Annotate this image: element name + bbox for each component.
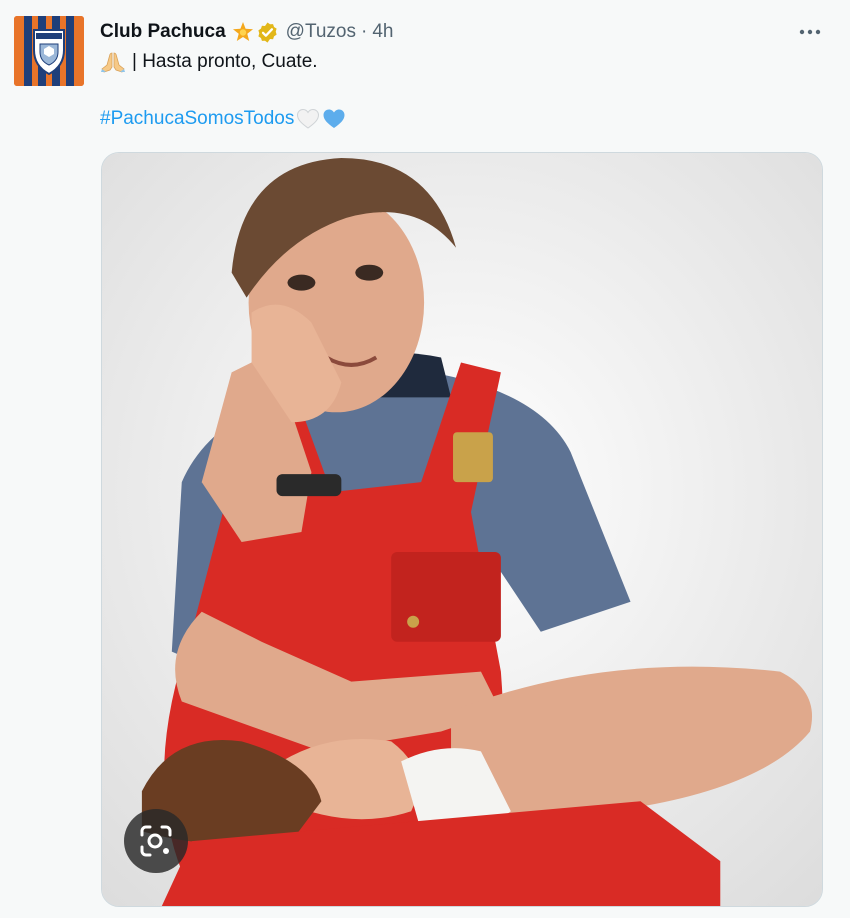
tweet-media-photo[interactable] xyxy=(101,152,823,907)
author-handle[interactable]: @Tuzos xyxy=(286,21,356,43)
hashtag-link[interactable]: #PachucaSomosTodos xyxy=(100,108,294,130)
author-name[interactable]: Club Pachuca xyxy=(100,21,226,43)
folded-hands-emoji-icon xyxy=(101,52,125,73)
gold-star-badge-icon[interactable] xyxy=(232,21,254,43)
white-heart-emoji-icon xyxy=(297,108,320,129)
tweet-header: Club Pachuca @Tuzos · 4h xyxy=(100,19,393,45)
blue-heart-emoji-icon xyxy=(323,109,345,128)
tweet-text: | Hasta pronto, Cuate. xyxy=(100,50,318,74)
hashtag-line: #PachucaSomosTodos xyxy=(100,106,346,132)
pachuca-crest-icon xyxy=(14,16,84,86)
separator-dot: · xyxy=(360,21,368,42)
tweet-timestamp[interactable]: 4h xyxy=(372,21,393,43)
photo-illustration xyxy=(102,153,822,906)
avatar[interactable] xyxy=(14,16,84,86)
google-lens-icon xyxy=(140,825,172,857)
tweet-text-content: | Hasta pronto, Cuate. xyxy=(132,51,318,72)
google-lens-button[interactable] xyxy=(124,809,188,873)
more-options-button[interactable] xyxy=(790,18,830,46)
more-options-icon xyxy=(799,29,821,35)
gold-verified-badge-icon[interactable] xyxy=(256,21,279,44)
tweet-card[interactable]: Club Pachuca @Tuzos · 4h | Hasta pronto,… xyxy=(0,0,850,918)
